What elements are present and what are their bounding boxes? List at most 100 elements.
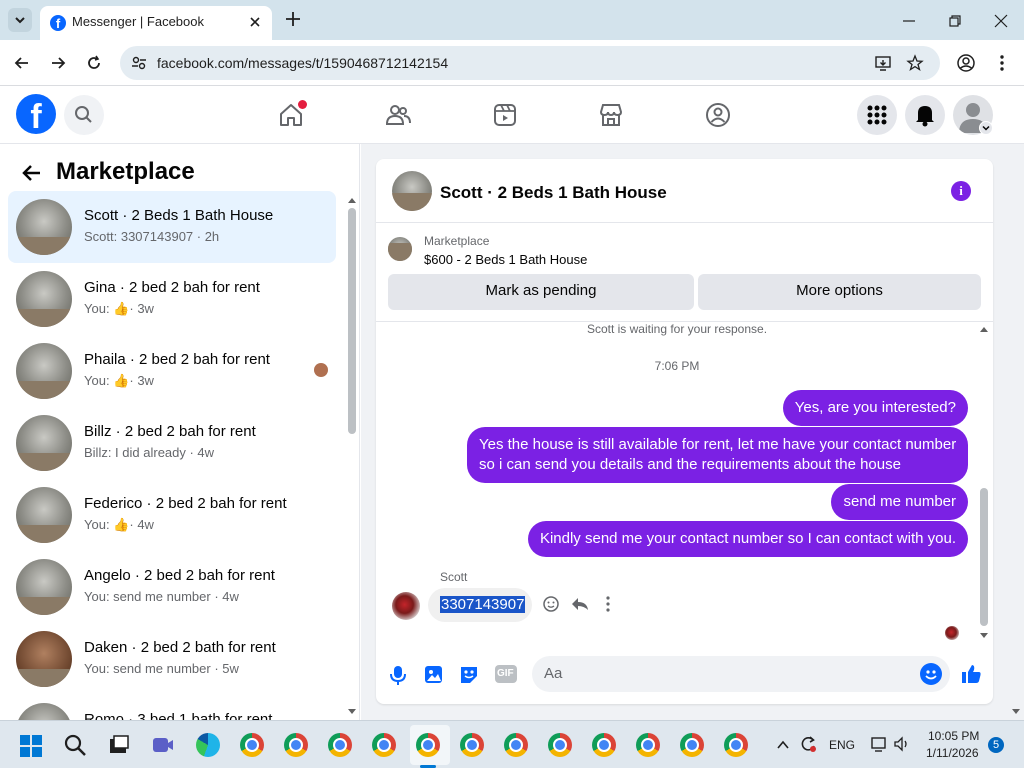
sticker-icon[interactable] — [458, 664, 480, 686]
marketplace-nav-icon[interactable] — [598, 102, 624, 128]
listing-thumbnail — [16, 343, 72, 399]
scroll-down-arrow-icon[interactable] — [979, 632, 989, 640]
outgoing-message[interactable]: send me number — [831, 484, 968, 520]
install-app-icon[interactable] — [874, 54, 892, 72]
friends-nav-icon[interactable] — [385, 102, 411, 128]
minimize-window-icon[interactable] — [900, 12, 918, 30]
scroll-down-arrow-icon[interactable] — [347, 708, 357, 716]
show-hidden-icons-chevron-icon[interactable] — [775, 737, 791, 753]
conversation-item[interactable]: Gina · 2 bed 2 bah for rent You: 👍· 3w — [8, 263, 336, 335]
clock-time[interactable]: 10:05 PM — [928, 729, 979, 743]
windows-start-icon[interactable] — [20, 735, 42, 757]
browser-menu-icon[interactable] — [992, 53, 1012, 73]
site-settings-icon[interactable] — [130, 54, 148, 72]
back-arrow-icon[interactable] — [20, 161, 44, 185]
gif-icon[interactable]: GIF — [495, 665, 517, 683]
conversation-item[interactable]: Federico · 2 bed 2 bah for rent You: 👍· … — [8, 479, 336, 551]
message-input[interactable]: Aa — [532, 656, 950, 692]
chrome-profile-taskbar-icon[interactable] — [636, 733, 660, 757]
bookmark-star-icon[interactable] — [906, 54, 924, 72]
chrome-profile-taskbar-icon[interactable] — [724, 733, 748, 757]
conversation-preview: Billz: I did already · 4w — [84, 445, 215, 460]
taskbar-search-icon[interactable] — [63, 733, 87, 757]
chrome-profile-taskbar-icon[interactable] — [284, 733, 308, 757]
incoming-message[interactable]: 3307143907 — [428, 588, 532, 622]
outgoing-message[interactable]: Kindly send me your contact number so I … — [527, 521, 968, 557]
chrome-profile-taskbar-icon[interactable] — [548, 733, 572, 757]
more-actions-icon[interactable] — [600, 595, 616, 613]
scroll-up-arrow-icon[interactable] — [347, 196, 357, 204]
volume-icon[interactable] — [893, 735, 911, 753]
listing-thumbnail — [16, 703, 72, 720]
chat-window: Scott · 2 Beds 1 Bath House i Marketplac… — [376, 159, 993, 704]
outgoing-message[interactable]: Yes the house is still available for ren… — [467, 427, 968, 483]
conversation-item[interactable]: Angelo · 2 bed 2 bah for rent You: send … — [8, 551, 336, 623]
outgoing-message[interactable]: Yes, are you interested? — [782, 390, 968, 426]
conversation-preview: You: send me number · 4w — [84, 589, 239, 604]
conversation-item[interactable]: Scott · 2 Beds 1 Bath House Scott: 33071… — [8, 191, 336, 263]
task-view-icon[interactable] — [107, 733, 131, 757]
page-scroll-down-arrow-icon[interactable] — [1011, 708, 1021, 716]
chrome-taskbar-icon[interactable] — [240, 733, 264, 757]
search-button[interactable] — [64, 95, 104, 135]
sender-avatar[interactable] — [392, 592, 420, 620]
conversation-item[interactable]: Billz · 2 bed 2 bah for rent Billz: I di… — [8, 407, 336, 479]
browser-tab[interactable]: f Messenger | Facebook — [40, 6, 272, 40]
close-tab-icon[interactable] — [246, 13, 264, 31]
thumbs-up-icon: 👍 — [113, 373, 130, 388]
menu-grid-button[interactable] — [857, 95, 897, 135]
conversation-item[interactable]: Romo · 3 bed 1 bath for rent — [8, 695, 336, 720]
conversation-list-scrollbar[interactable] — [348, 208, 356, 434]
conversation-item[interactable]: Phaila · 2 bed 2 bah for rent You: 👍· 3w — [8, 335, 336, 407]
sync-status-icon[interactable] — [798, 734, 818, 754]
reply-icon[interactable] — [570, 595, 590, 613]
chrome-profile-taskbar-icon[interactable] — [680, 733, 704, 757]
chrome-profile-taskbar-icon[interactable] — [460, 733, 484, 757]
clock-date[interactable]: 1/11/2026 — [926, 746, 979, 760]
edge-browser-icon[interactable] — [196, 733, 220, 757]
voice-clip-icon[interactable] — [388, 664, 408, 686]
chat-title[interactable]: Scott · 2 Beds 1 Bath House — [440, 183, 667, 203]
back-arrow-icon[interactable] — [12, 53, 32, 73]
video-nav-icon[interactable] — [492, 102, 518, 128]
account-dropdown-chevron-icon[interactable] — [979, 121, 993, 135]
conversation-preview: You: 👍· 4w — [84, 517, 154, 532]
emoji-picker-icon[interactable] — [920, 663, 942, 685]
close-window-icon[interactable] — [992, 12, 1010, 30]
chrome-profile-taskbar-icon[interactable] — [592, 733, 616, 757]
scroll-up-arrow-icon[interactable] — [979, 325, 989, 333]
facebook-logo-icon[interactable]: f — [16, 94, 56, 136]
network-icon[interactable] — [870, 735, 888, 753]
notifications-bell-button[interactable] — [905, 95, 945, 135]
meet-app-icon[interactable] — [151, 733, 175, 757]
input-language[interactable]: ENG — [829, 738, 855, 752]
mark-as-pending-button[interactable]: Mark as pending — [388, 274, 694, 310]
reload-icon[interactable] — [84, 53, 104, 73]
more-options-button[interactable]: More options — [698, 274, 981, 310]
conversation-item[interactable]: Daken · 2 bed 2 bath for rent You: send … — [8, 623, 336, 695]
notification-count-badge[interactable]: 5 — [988, 737, 1004, 753]
forward-arrow-icon[interactable] — [48, 53, 68, 73]
chrome-profile-taskbar-icon[interactable] — [416, 733, 440, 757]
listing-thumbnail — [16, 631, 72, 687]
address-bar[interactable]: facebook.com/messages/t/1590468712142154 — [120, 46, 940, 80]
conversation-preview: You: send me number · 5w — [84, 661, 239, 676]
conversation-info-icon[interactable]: i — [951, 181, 971, 201]
listing-title[interactable]: $600 - 2 Beds 1 Bath House — [424, 252, 587, 267]
tab-search-button[interactable] — [8, 8, 32, 32]
attach-photo-icon[interactable] — [423, 664, 445, 686]
chat-scrollbar[interactable] — [980, 488, 988, 626]
new-tab-button[interactable] — [282, 8, 304, 30]
conversation-title: Romo · 3 bed 1 bath for rent — [84, 711, 273, 720]
profile-icon[interactable] — [956, 53, 976, 73]
restore-window-icon[interactable] — [946, 12, 964, 30]
chrome-profile-taskbar-icon[interactable] — [504, 733, 528, 757]
react-emoji-icon[interactable] — [542, 595, 560, 613]
browser-toolbar: facebook.com/messages/t/1590468712142154 — [0, 40, 1024, 86]
send-like-icon[interactable] — [960, 663, 982, 685]
facebook-header: f — [0, 86, 1024, 144]
chrome-profile-taskbar-icon[interactable] — [328, 733, 352, 757]
chat-listing-avatar[interactable] — [392, 171, 432, 211]
groups-nav-icon[interactable] — [705, 102, 731, 128]
chrome-profile-taskbar-icon[interactable] — [372, 733, 396, 757]
